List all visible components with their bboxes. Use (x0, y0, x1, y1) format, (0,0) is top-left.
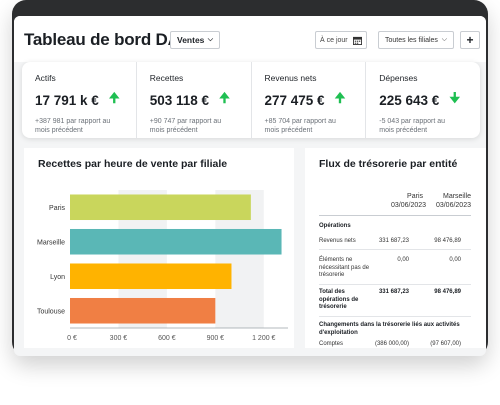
kpi-note: -5 043 par rapport au mois précédent (379, 118, 446, 134)
kpi-card-recettes[interactable]: Recettes 503 118 € 🠉 +90 747 par rapport… (137, 62, 252, 138)
kpi-label: Dépenses (379, 73, 418, 83)
kpi-value-row: 17 791 k € 🠉 (35, 89, 136, 111)
cashflow-card: Flux de trésorerie par entité Paris 03/0… (305, 148, 486, 348)
column-header-paris: Paris 03/06/2023 (391, 192, 427, 210)
arrow-up-icon: 🠉 (334, 90, 346, 105)
column-date: 03/06/2023 (435, 202, 471, 209)
x-tick-label: 300 € (110, 335, 128, 342)
bar-chart: Paris Marseille Lyon Toulouse 0 € 300 € 600 € 9… (37, 190, 288, 342)
section-operations: Opérations (319, 223, 351, 229)
row-value-paris: 0,00 (397, 257, 409, 263)
page-title: Tableau de bord DAF (24, 30, 190, 49)
date-input[interactable]: À ce jour (315, 31, 367, 49)
kpi-label: Revenus nets (264, 73, 317, 83)
row-value-paris: 331 687,23 (378, 238, 409, 244)
kpi-card-depenses[interactable]: Dépenses 225 643 € 🠋 -5 043 par rapport … (366, 62, 480, 138)
kpi-note: +85 704 par rapport au mois précédent (264, 118, 336, 134)
header-divider (319, 215, 471, 216)
arrow-up-icon: 🠉 (108, 90, 120, 105)
bar-marseille (70, 228, 282, 255)
kpi-note: +90 747 par rapport au mois précédent (149, 118, 222, 134)
date-input-label: À ce jour (320, 36, 348, 44)
kpi-note: +387 981 par rapport au mois précédent (35, 118, 111, 134)
x-tick-label: 1 200 € (252, 335, 275, 342)
kpi-value-row: 503 118 € 🠉 (150, 89, 251, 111)
row-value-paris: 331 687,23 (378, 289, 409, 295)
row-label: Éléments ne nécessitant pas de trésoreri… (319, 257, 370, 278)
kpi-card-revenus-nets[interactable]: Revenus nets 277 475 € 🠉 +85 704 par rap… (252, 62, 367, 138)
row-value-marseille: 0,00 (449, 257, 461, 263)
view-select-label: Ventes (177, 35, 205, 45)
x-tick-label: 900 € (207, 335, 225, 342)
arrow-down-icon: 🠋 (449, 90, 461, 105)
kpi-value: 277 475 € (264, 92, 325, 108)
bar-toulouse (70, 297, 216, 324)
category-label: Marseille (37, 239, 65, 246)
kpi-value-row: 225 643 € 🠋 (379, 89, 480, 111)
arrow-up-icon: 🠉 (219, 90, 230, 105)
category-label: Paris (49, 205, 65, 212)
row-divider (319, 284, 471, 285)
cashflow-title: Flux de trésorerie par entité (319, 158, 458, 170)
row-divider (319, 249, 471, 250)
kpi-value-row: 277 475 € 🠉 (265, 89, 366, 111)
kpi-strip: Actifs 17 791 k € 🠉 +387 981 par rapport… (22, 62, 480, 138)
kpi-card-actifs[interactable]: Actifs 17 791 k € 🠉 +387 981 par rapport… (22, 62, 137, 138)
row-value-marseille: (97 607,00) (430, 341, 461, 347)
column-name: Marseille (442, 193, 471, 200)
row-label: Revenus nets (319, 238, 356, 244)
kpi-label: Actifs (35, 73, 56, 83)
row-label: Total des opérations de trésorerie (319, 289, 359, 310)
category-label: Lyon (50, 274, 65, 281)
dashboard-screen: Tableau de bord DAF Ventes ⌵ À ce jour T… (14, 16, 486, 356)
kpi-value: 225 643 € (379, 92, 440, 108)
category-label: Toulouse (37, 308, 65, 315)
row-divider (319, 316, 471, 317)
bar-paris (70, 194, 251, 221)
subsidiaries-select[interactable]: Toutes les filiales ⌵ (378, 31, 454, 49)
add-button[interactable]: + (460, 31, 480, 49)
row-label: Comptes (319, 341, 344, 347)
section-changes: Changements dans la trésorerie liés aux … (319, 322, 460, 336)
column-header-marseille: Marseille 03/06/2023 (433, 192, 471, 210)
kpi-label: Recettes (149, 73, 184, 83)
bar-lyon (70, 263, 232, 290)
revenue-chart-card: Recettes par heure de vente par filiale … (24, 148, 294, 348)
column-date: 03/06/2023 (391, 202, 427, 209)
chevron-down-icon: ⌵ (441, 36, 447, 43)
row-value-marseille: 98 476,89 (434, 289, 461, 295)
header-bar: Tableau de bord DAF Ventes ⌵ À ce jour T… (14, 16, 486, 62)
view-select[interactable]: Ventes ⌵ (170, 31, 220, 49)
x-tick-label: 600 € (158, 335, 176, 342)
row-value-paris: (386 000,00) (374, 341, 409, 347)
x-tick-label: 0 € (67, 335, 77, 342)
row-value-marseille: 98 476,89 (434, 238, 461, 244)
chevron-down-icon: ⌵ (207, 36, 213, 43)
calendar-icon (353, 36, 362, 45)
column-name: Paris (407, 193, 423, 200)
kpi-value: 17 791 k € (35, 92, 99, 108)
kpi-value: 503 118 € (149, 92, 210, 108)
subsidiaries-select-label: Toutes les filiales (385, 36, 438, 44)
